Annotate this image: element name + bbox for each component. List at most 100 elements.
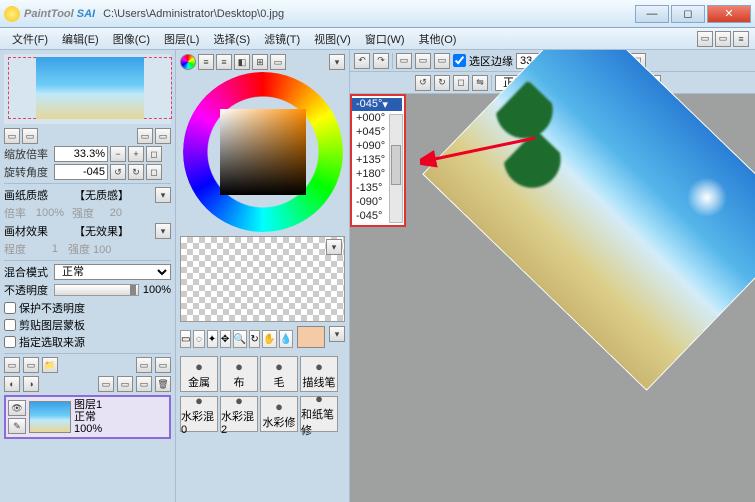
zoom-plus[interactable]: + (128, 146, 144, 162)
angle-reset[interactable]: ◻ (146, 164, 162, 180)
layer-visibility-icon[interactable]: 👁 (8, 400, 26, 416)
dropdown-scrollbar[interactable] (389, 114, 403, 223)
navigator-thumbnail[interactable] (4, 54, 171, 124)
brush-paper[interactable]: ●和纸笔修 (300, 396, 338, 432)
delete-layer-icon[interactable]: 🗑 (155, 376, 171, 392)
menubar-btn-3[interactable]: ≡ (733, 31, 749, 47)
tools-expand-icon[interactable]: ▾ (329, 326, 345, 342)
new-folder-icon[interactable]: 📁 (42, 357, 58, 373)
menu-file[interactable]: 文件(F) (6, 29, 54, 49)
show-sel-icon[interactable]: ▭ (434, 53, 450, 69)
cb-protect-opacity[interactable] (4, 302, 16, 314)
cb-spec-select-src[interactable] (4, 336, 16, 348)
tool-move[interactable]: ✥ (220, 330, 231, 348)
chevron-down-icon[interactable]: ▾ (382, 98, 388, 111)
color-wheel-tab[interactable] (180, 54, 196, 70)
layer-btn-b[interactable]: ▭ (155, 357, 171, 373)
blend-mode-select[interactable]: 正常 (54, 264, 171, 280)
paper-texture-value[interactable]: 【无质感】 (50, 187, 153, 203)
layer-edit-icon[interactable]: ✎ (8, 418, 26, 434)
palette-expand-icon[interactable]: ▾ (326, 239, 342, 255)
nav-btn-3[interactable]: ▭ (137, 128, 153, 144)
intensity-value: 20 (96, 207, 122, 219)
minimize-button[interactable]: — (635, 5, 669, 23)
zoom-input[interactable] (54, 146, 108, 162)
rot-cw-icon[interactable]: ↻ (434, 75, 450, 91)
flip-h-icon[interactable]: ⇋ (472, 75, 488, 91)
zoom-label: 缩放倍率 (4, 146, 52, 162)
brush-hair[interactable]: ●毛 (260, 356, 298, 392)
fg-color[interactable] (297, 326, 325, 348)
menu-image[interactable]: 图像(C) (107, 29, 156, 49)
scratchpad-tab[interactable]: ▭ (270, 54, 286, 70)
blend-label: 混合模式 (4, 264, 48, 280)
color-expand-icon[interactable]: ▾ (329, 54, 345, 70)
new-linework-icon[interactable]: ▭ (23, 357, 39, 373)
nav-btn-4[interactable]: ▭ (155, 128, 171, 144)
tool-lasso[interactable]: ◌ (193, 330, 204, 348)
menubar-btn-2[interactable]: ▭ (715, 31, 731, 47)
tool-hand[interactable]: ✋ (262, 330, 276, 348)
apply-mask-icon[interactable]: ◑ (23, 376, 39, 392)
brush-w1[interactable]: ●水彩混0 (180, 396, 218, 432)
rot-reset-icon[interactable]: ◻ (453, 75, 469, 91)
brush-line[interactable]: ●描线笔 (300, 356, 338, 392)
menu-filter[interactable]: 滤镜(T) (258, 29, 306, 49)
color-wheel[interactable] (183, 72, 343, 232)
tool-rotate[interactable]: ↻ (249, 330, 260, 348)
mask-icon[interactable]: ◐ (4, 376, 20, 392)
redo-icon[interactable]: ↷ (373, 53, 389, 69)
tool-rect-select[interactable]: ▭ (180, 330, 191, 348)
brush-cloth[interactable]: ●布 (220, 356, 258, 392)
rgb-tab[interactable]: ≡ (198, 54, 214, 70)
zoom-reset[interactable]: ◻ (146, 146, 162, 162)
tool-magic-wand[interactable]: ✦ (207, 330, 218, 348)
angle-input[interactable] (54, 164, 108, 180)
sv-picker[interactable] (220, 109, 306, 195)
effect-value[interactable]: 【无效果】 (50, 223, 153, 239)
paper-dropdown-icon[interactable]: ▾ (155, 187, 171, 203)
swatch-palette[interactable]: ▾ (180, 236, 345, 322)
rot-ccw-icon[interactable]: ↺ (415, 75, 431, 91)
menu-window[interactable]: 窗口(W) (359, 29, 411, 49)
menu-select[interactable]: 选择(S) (207, 29, 256, 49)
menu-edit[interactable]: 编辑(E) (56, 29, 105, 49)
invert-icon[interactable]: ▭ (415, 53, 431, 69)
nav-btn-1[interactable]: ▭ (4, 128, 20, 144)
zoom-minus[interactable]: − (110, 146, 126, 162)
sel-edge-checkbox[interactable] (453, 54, 466, 67)
flatten-icon[interactable]: ▭ (117, 376, 133, 392)
nav-btn-2[interactable]: ▭ (22, 128, 38, 144)
angle-dropdown[interactable]: -045°▾ +000° +045° +090° +135° +180° -13… (350, 94, 406, 227)
maximize-button[interactable]: ◻ (671, 5, 705, 23)
file-path: C:\Users\Administrator\Desktop\0.jpg (103, 8, 284, 20)
menu-other[interactable]: 其他(O) (413, 29, 463, 49)
tool-zoom[interactable]: 🔍 (233, 330, 247, 348)
close-button[interactable]: ✕ (707, 5, 751, 23)
new-layer-icon[interactable]: ▭ (4, 357, 20, 373)
canvas-image (424, 50, 755, 389)
angle-ccw[interactable]: ↺ (110, 164, 126, 180)
undo-icon[interactable]: ↶ (354, 53, 370, 69)
thumb-image (36, 57, 144, 119)
layer-btn-a[interactable]: ▭ (136, 357, 152, 373)
opacity-slider[interactable] (54, 284, 139, 296)
clear-icon[interactable]: ▭ (136, 376, 152, 392)
brush-metal[interactable]: ●金属 (180, 356, 218, 392)
deselect-icon[interactable]: ▭ (396, 53, 412, 69)
menu-layer[interactable]: 图层(L) (158, 29, 205, 49)
brush-w2[interactable]: ●水彩混2 (220, 396, 258, 432)
effect-dropdown-icon[interactable]: ▾ (155, 223, 171, 239)
menu-view[interactable]: 视图(V) (308, 29, 357, 49)
cb-clip-mask[interactable] (4, 319, 16, 331)
hsv-tab[interactable]: ≡ (216, 54, 232, 70)
tool-eyedropper[interactable]: 💧 (279, 330, 293, 348)
angle-cw[interactable]: ↻ (128, 164, 144, 180)
canvas-area[interactable] (350, 94, 755, 502)
menubar-btn-1[interactable]: ▭ (697, 31, 713, 47)
layer-item[interactable]: 👁 ✎ 图层1 正常 100% (4, 395, 171, 439)
merge-icon[interactable]: ▭ (98, 376, 114, 392)
swatches-tab[interactable]: ⊞ (252, 54, 268, 70)
brush-w3[interactable]: ●水彩修 (260, 396, 298, 432)
mixer-tab[interactable]: ◧ (234, 54, 250, 70)
